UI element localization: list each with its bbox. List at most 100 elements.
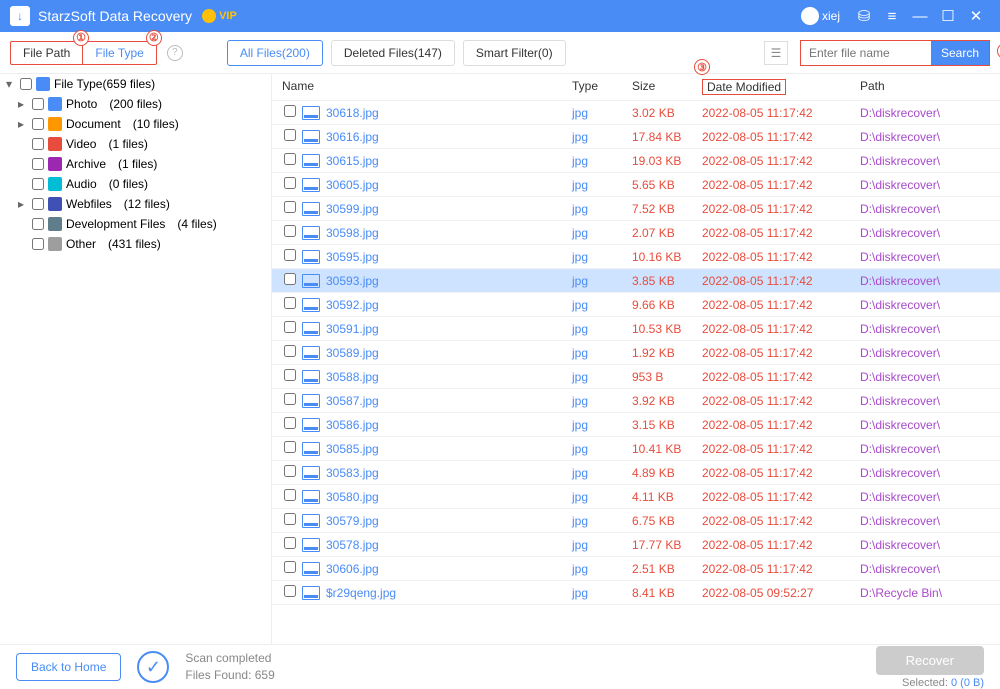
close-button[interactable]: ✕ (962, 7, 990, 25)
tab-file-path[interactable]: File Path (11, 42, 82, 64)
user-menu[interactable]: xiej (801, 7, 840, 25)
tree-item-other[interactable]: Other (431 files) (0, 234, 271, 254)
table-row[interactable]: 30587.jpg jpg 3.92 KB 2022-08-05 11:17:4… (272, 389, 1000, 413)
file-image-icon (302, 298, 320, 312)
table-row[interactable]: 30605.jpg jpg 5.65 KB 2022-08-05 11:17:4… (272, 173, 1000, 197)
file-path: D:\diskrecover\ (860, 370, 1000, 384)
tree-item-checkbox[interactable] (32, 158, 44, 170)
tree-item-doc[interactable]: ▸ Document (10 files) (0, 114, 271, 134)
row-checkbox[interactable] (284, 345, 296, 357)
tree-root-checkbox[interactable] (20, 78, 32, 90)
col-date[interactable]: ③ Date Modified (702, 79, 860, 95)
col-size[interactable]: Size (632, 79, 702, 95)
col-path[interactable]: Path (860, 79, 1000, 95)
tree-item-checkbox[interactable] (32, 138, 44, 150)
row-checkbox[interactable] (284, 273, 296, 285)
tree-item-web[interactable]: ▸ Webfiles (12 files) (0, 194, 271, 214)
file-type: jpg (572, 106, 632, 120)
row-checkbox[interactable] (284, 513, 296, 525)
col-type[interactable]: Type (572, 79, 632, 95)
file-name: 30589.jpg (326, 346, 379, 360)
table-row[interactable]: 30595.jpg jpg 10.16 KB 2022-08-05 11:17:… (272, 245, 1000, 269)
row-checkbox[interactable] (284, 537, 296, 549)
table-row[interactable]: 30585.jpg jpg 10.41 KB 2022-08-05 11:17:… (272, 437, 1000, 461)
tree-item-checkbox[interactable] (32, 198, 44, 210)
search-box: Search ④ (800, 40, 990, 66)
row-checkbox[interactable] (284, 321, 296, 333)
table-row[interactable]: 30589.jpg jpg 1.92 KB 2022-08-05 11:17:4… (272, 341, 1000, 365)
filter-all-files[interactable]: All Files(200) (227, 40, 323, 66)
table-row[interactable]: 30580.jpg jpg 4.11 KB 2022-08-05 11:17:4… (272, 485, 1000, 509)
row-checkbox[interactable] (284, 105, 296, 117)
tree-item-checkbox[interactable] (32, 98, 44, 110)
table-row[interactable]: 30588.jpg jpg 953 B 2022-08-05 11:17:42 … (272, 365, 1000, 389)
file-path: D:\diskrecover\ (860, 178, 1000, 192)
file-size: 2.51 KB (632, 562, 702, 576)
folder-icon (36, 77, 50, 91)
search-button[interactable]: Search (931, 41, 989, 65)
table-row[interactable]: 30586.jpg jpg 3.15 KB 2022-08-05 11:17:4… (272, 413, 1000, 437)
row-checkbox[interactable] (284, 225, 296, 237)
file-size: 5.65 KB (632, 178, 702, 192)
menu-icon[interactable]: ≡ (878, 8, 906, 25)
tree-item-photo[interactable]: ▸ Photo (200 files) (0, 94, 271, 114)
row-checkbox[interactable] (284, 201, 296, 213)
file-size: 4.11 KB (632, 490, 702, 504)
table-row[interactable]: 30578.jpg jpg 17.77 KB 2022-08-05 11:17:… (272, 533, 1000, 557)
maximize-button[interactable]: ☐ (934, 7, 962, 25)
file-path: D:\diskrecover\ (860, 418, 1000, 432)
row-checkbox[interactable] (284, 393, 296, 405)
file-image-icon (302, 154, 320, 168)
table-row[interactable]: 30591.jpg jpg 10.53 KB 2022-08-05 11:17:… (272, 317, 1000, 341)
row-checkbox[interactable] (284, 465, 296, 477)
table-row[interactable]: 30606.jpg jpg 2.51 KB 2022-08-05 11:17:4… (272, 557, 1000, 581)
tree-item-checkbox[interactable] (32, 178, 44, 190)
row-checkbox[interactable] (284, 153, 296, 165)
table-row[interactable]: 30592.jpg jpg 9.66 KB 2022-08-05 11:17:4… (272, 293, 1000, 317)
table-header: Name Type Size ③ Date Modified Path (272, 74, 1000, 101)
tree-item-dev[interactable]: Development Files (4 files) (0, 214, 271, 234)
row-checkbox[interactable] (284, 441, 296, 453)
tree-item-video[interactable]: Video (1 files) (0, 134, 271, 154)
file-name: 30605.jpg (326, 178, 379, 192)
row-checkbox[interactable] (284, 177, 296, 189)
row-checkbox[interactable] (284, 585, 296, 597)
row-checkbox[interactable] (284, 489, 296, 501)
tree-item-checkbox[interactable] (32, 218, 44, 230)
tree-item-audio[interactable]: Audio (0 files) (0, 174, 271, 194)
cart-icon[interactable]: ⛁ (850, 7, 878, 25)
tab-file-type[interactable]: File Type (83, 42, 155, 64)
tree-item-count: (1 files) (108, 137, 147, 151)
row-checkbox[interactable] (284, 417, 296, 429)
table-row[interactable]: 30618.jpg jpg 3.02 KB 2022-08-05 11:17:4… (272, 101, 1000, 125)
help-icon[interactable]: ? (167, 45, 183, 61)
table-row[interactable]: 30598.jpg jpg 2.07 KB 2022-08-05 11:17:4… (272, 221, 1000, 245)
recover-button[interactable]: Recover (876, 646, 984, 675)
minimize-button[interactable]: — (906, 8, 934, 25)
table-row[interactable]: 30593.jpg jpg 3.85 KB 2022-08-05 11:17:4… (272, 269, 1000, 293)
list-mode-toggle[interactable]: ☰ (764, 41, 788, 65)
table-row[interactable]: 30599.jpg jpg 7.52 KB 2022-08-05 11:17:4… (272, 197, 1000, 221)
row-checkbox[interactable] (284, 249, 296, 261)
table-row[interactable]: 30583.jpg jpg 4.89 KB 2022-08-05 11:17:4… (272, 461, 1000, 485)
search-input[interactable] (801, 41, 931, 65)
back-to-home-button[interactable]: Back to Home (16, 653, 121, 681)
tree-item-archive[interactable]: Archive (1 files) (0, 154, 271, 174)
tree-item-checkbox[interactable] (32, 238, 44, 250)
row-checkbox[interactable] (284, 369, 296, 381)
table-row[interactable]: 30579.jpg jpg 6.75 KB 2022-08-05 11:17:4… (272, 509, 1000, 533)
col-name[interactable]: Name (272, 79, 572, 95)
file-path: D:\diskrecover\ (860, 538, 1000, 552)
tree-root[interactable]: ▾ File Type(659 files) (0, 74, 271, 94)
tree-item-checkbox[interactable] (32, 118, 44, 130)
file-path: D:\diskrecover\ (860, 154, 1000, 168)
file-size: 3.85 KB (632, 274, 702, 288)
filter-deleted-files[interactable]: Deleted Files(147) (331, 40, 455, 66)
row-checkbox[interactable] (284, 129, 296, 141)
row-checkbox[interactable] (284, 297, 296, 309)
table-row[interactable]: 30615.jpg jpg 19.03 KB 2022-08-05 11:17:… (272, 149, 1000, 173)
row-checkbox[interactable] (284, 561, 296, 573)
table-row[interactable]: $r29qeng.jpg jpg 8.41 KB 2022-08-05 09:5… (272, 581, 1000, 605)
filter-smart[interactable]: Smart Filter(0) (463, 40, 566, 66)
table-row[interactable]: 30616.jpg jpg 17.84 KB 2022-08-05 11:17:… (272, 125, 1000, 149)
